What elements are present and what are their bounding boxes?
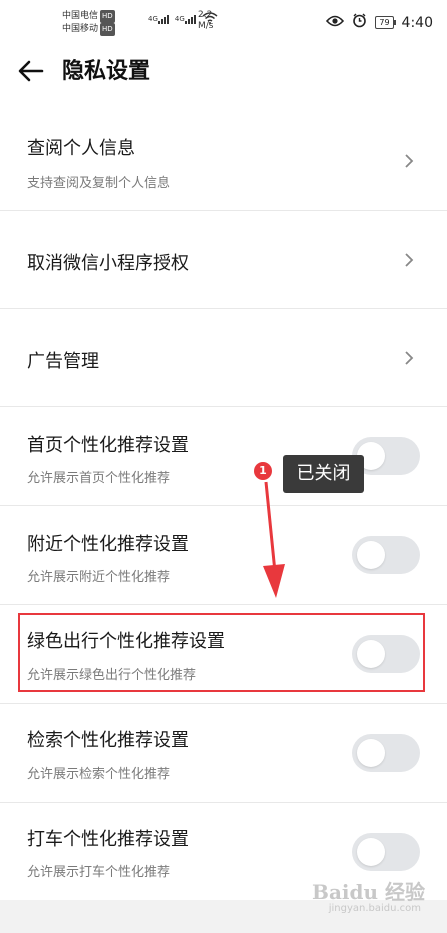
list-item-view-personal-info[interactable]: 查阅个人信息 支持查阅及复制个人信息 <box>0 112 447 211</box>
row-subtitle: 允许展示附近个性化推荐 <box>27 570 171 585</box>
toggle-knob <box>357 739 385 767</box>
signal-icon-1: 4G <box>148 15 169 27</box>
list-item-nearby-recommend: 附近个性化推荐设置 允许展示附近个性化推荐 <box>0 506 447 605</box>
carrier-info: 中国电信 HD 中国移动 HD <box>62 10 115 36</box>
network-speed: 2.2 M/s <box>198 10 214 31</box>
closed-tooltip: 已关闭 <box>283 455 364 493</box>
highlight-box <box>18 613 425 692</box>
signal-icon-2: 4G <box>175 15 196 27</box>
row-subtitle: 允许展示检索个性化推荐 <box>27 767 171 782</box>
hd-badge-1: HD <box>100 10 115 23</box>
row-subtitle: 允许展示首页个性化推荐 <box>27 471 171 486</box>
chevron-right-icon <box>405 351 414 365</box>
carrier-2: 中国移动 <box>62 24 99 34</box>
list-item-revoke-mini-program[interactable]: 取消微信小程序授权 <box>0 211 447 309</box>
row-subtitle: 允许展示打车个性化推荐 <box>27 865 171 880</box>
row-title: 广告管理 <box>27 351 99 372</box>
row-subtitle: 支持查阅及复制个人信息 <box>27 176 171 191</box>
list-item-search-recommend: 检索个性化推荐设置 允许展示检索个性化推荐 <box>0 704 447 803</box>
clock-time: 4:40 <box>401 14 433 31</box>
list-item-home-recommend: 首页个性化推荐设置 允许展示首页个性化推荐 <box>0 407 447 506</box>
carrier-1: 中国电信 <box>62 11 99 21</box>
row-title: 检索个性化推荐设置 <box>27 730 189 751</box>
taxi-recommend-toggle[interactable] <box>352 833 420 871</box>
toggle-knob <box>357 838 385 866</box>
chevron-right-icon <box>405 253 414 267</box>
arrow-left-icon[interactable] <box>16 56 46 86</box>
eye-icon <box>326 15 345 31</box>
alarm-icon <box>352 13 367 32</box>
row-title: 附近个性化推荐设置 <box>27 534 189 555</box>
toggle-knob <box>357 541 385 569</box>
status-right: 79 4:40 <box>326 13 433 32</box>
row-title: 取消微信小程序授权 <box>27 253 189 274</box>
nearby-recommend-toggle[interactable] <box>352 536 420 574</box>
status-bar: 中国电信 HD 中国移动 HD 4G 4G 2.2 M/s 79 4:40 <box>0 0 447 44</box>
page-title: 隐私设置 <box>62 59 151 84</box>
page-header: 隐私设置 <box>0 44 447 104</box>
baidu-watermark-url: jingyan.baidu.com <box>328 903 421 914</box>
step-badge: 1 <box>254 462 272 480</box>
row-title: 首页个性化推荐设置 <box>27 435 189 456</box>
hd-badge-2: HD <box>100 23 115 36</box>
red-arrow-icon <box>263 481 285 598</box>
chevron-right-icon <box>405 154 414 168</box>
row-title: 查阅个人信息 <box>27 138 135 159</box>
battery-icon: 79 <box>375 16 396 29</box>
row-title: 打车个性化推荐设置 <box>27 829 189 850</box>
baidu-watermark: Baidu 经验 <box>312 880 425 904</box>
list-item-ad-management[interactable]: 广告管理 <box>0 309 447 407</box>
search-recommend-toggle[interactable] <box>352 734 420 772</box>
